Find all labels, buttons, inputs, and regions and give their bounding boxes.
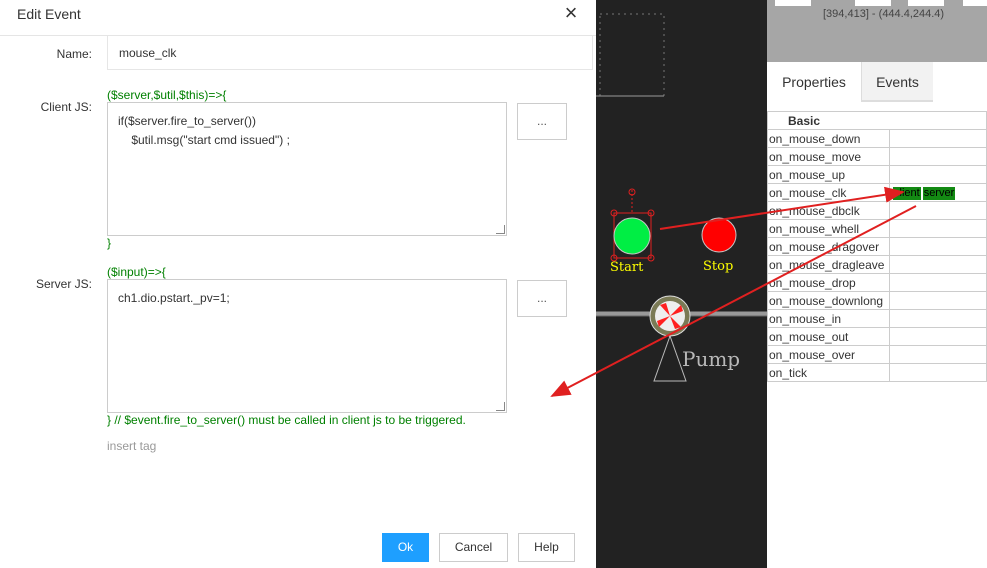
server-js-label: Server JS: [35,277,92,291]
resize-handle[interactable] [496,225,505,234]
event-name: on_mouse_drop [767,273,890,292]
event-name: on_mouse_dragover [767,237,890,256]
event-name: on_mouse_clk [767,183,890,202]
drawing-canvas[interactable]: Start Stop Pump [596,0,767,568]
event-row[interactable]: on_mouse_downlong [767,291,987,310]
event-name: on_mouse_down [767,129,890,148]
event-row[interactable]: on_mouse_out [767,327,987,346]
event-value[interactable] [889,201,987,220]
client-js-more-button[interactable]: ... [517,103,567,140]
name-input[interactable]: mouse_clk [107,36,593,70]
properties-panel: [394,413] - (444.4,244.4) Properties Eve… [767,0,987,568]
event-value[interactable] [889,291,987,310]
server-badge[interactable]: server [922,187,956,200]
tab-properties[interactable]: Properties [767,62,861,102]
event-name: on_mouse_over [767,345,890,364]
server-js-code: ch1.dio.pstart._pv=1; [118,291,230,305]
name-label: Name: [56,47,92,61]
toolbar-button[interactable] [908,0,944,6]
ok-button[interactable]: Ok [382,533,429,562]
event-name: on_mouse_whell [767,219,890,238]
start-label: Start [610,260,644,275]
canvas-drawing: Start Stop Pump [596,13,767,382]
panel-tabs: Properties Events [767,62,987,102]
event-name: on_mouse_up [767,165,890,184]
coordinate-readout: [394,413] - (444.4,244.4) [823,8,945,20]
event-row[interactable]: on_mouse_dragleave [767,255,987,274]
event-name: on_mouse_out [767,327,890,346]
client-js-closing: } [107,236,112,250]
event-value[interactable] [889,345,987,364]
event-row[interactable]: on_mouse_in [767,309,987,328]
server-js-signature: ($input)=>{ [107,265,166,279]
event-value[interactable] [889,219,987,238]
event-row[interactable]: on_mouse_dbclk [767,201,987,220]
event-name: on_mouse_dbclk [767,201,890,220]
event-value[interactable] [889,165,987,184]
edit-event-dialog: Edit Event × Name: mouse_clk ($server,$u… [0,0,596,568]
event-row[interactable]: on_tick [767,363,987,382]
dialog-title: Edit Event [17,6,81,22]
event-value[interactable] [889,129,987,148]
event-value[interactable] [889,363,987,382]
toolbar-button[interactable] [775,0,811,6]
client-js-signature: ($server,$util,$this)=>{ [107,88,227,102]
event-name: on_mouse_dragleave [767,255,890,274]
start-button-lamp[interactable] [613,217,651,255]
event-row[interactable]: on_mouse_dragover [767,237,987,256]
event-row[interactable]: on_mouse_whell [767,219,987,238]
pump-label: Pump [682,347,740,371]
help-button[interactable]: Help [518,533,575,562]
event-row[interactable]: on_mouse_drop [767,273,987,292]
events-table: Basic on_mouse_down on_mouse_move on_mouse… [767,111,987,382]
server-js-editor[interactable]: ch1.dio.pstart._pv=1; [107,279,507,413]
event-value[interactable] [889,327,987,346]
insert-tag-link[interactable]: insert tag [107,439,156,453]
event-row[interactable]: on_mouse_clk client server [767,183,987,202]
toolbar-button[interactable] [855,0,891,6]
client-js-editor[interactable]: if($server.fire_to_server()) $util.msg("… [107,102,507,236]
event-value[interactable]: client server [889,183,987,202]
server-js-note: } // $event.fire_to_server() must be cal… [107,413,466,427]
event-name: on_mouse_downlong [767,291,890,310]
cancel-button[interactable]: Cancel [439,533,508,562]
stop-button-lamp[interactable] [701,217,737,253]
event-name: on_mouse_move [767,147,890,166]
event-name: on_tick [767,363,890,382]
event-value[interactable] [889,273,987,292]
selection-grid [599,13,665,97]
event-value[interactable] [889,237,987,256]
event-value[interactable] [889,255,987,274]
event-row[interactable]: on_mouse_over [767,345,987,364]
panel-header: [394,413] - (444.4,244.4) [767,0,987,62]
event-name: on_mouse_in [767,309,890,328]
resize-handle[interactable] [496,402,505,411]
event-value[interactable] [889,309,987,328]
stop-label: Stop [703,259,733,274]
event-value[interactable] [889,147,987,166]
client-badge[interactable]: client [893,187,921,200]
event-row[interactable]: on_mouse_down [767,129,987,148]
client-js-label: Client JS: [40,100,92,114]
event-row[interactable]: on_mouse_up [767,165,987,184]
client-js-code: if($server.fire_to_server()) $util.msg("… [118,114,290,147]
server-js-more-button[interactable]: ... [517,280,567,317]
toolbar-button[interactable] [963,0,987,6]
group-header: Basic [767,111,987,130]
event-row[interactable]: on_mouse_move [767,147,987,166]
tab-events[interactable]: Events [862,62,933,102]
close-icon[interactable]: × [562,2,580,24]
